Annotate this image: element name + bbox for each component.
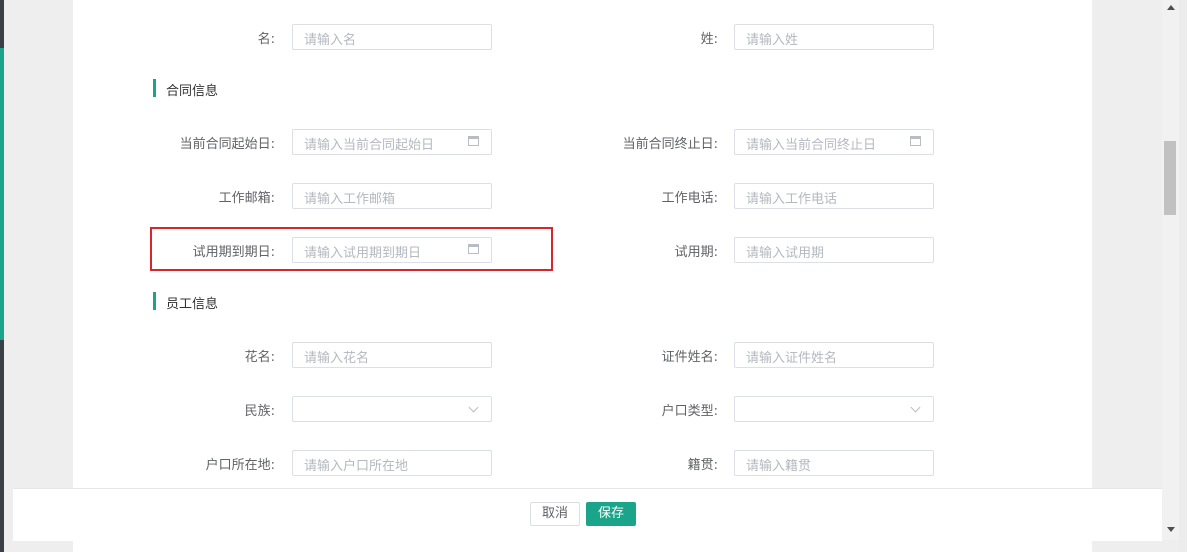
first-name-placeholder: 请输入名	[304, 33, 357, 48]
nickname-input[interactable]: 请输入花名	[292, 342, 492, 368]
hukou-location-placeholder: 请输入户口所在地	[304, 459, 409, 474]
name-row: 名: 请输入名 姓: 请输入姓	[73, 24, 1092, 50]
section-marker	[153, 79, 156, 97]
first-name-label: 名:	[257, 32, 275, 47]
contract-end-label: 当前合同终止日:	[622, 137, 718, 152]
names-row: 花名: 请输入花名 证件姓名: 请输入证件姓名	[73, 342, 1092, 368]
ethnicity-select[interactable]	[292, 396, 492, 422]
scroll-down-arrow-icon[interactable]	[1167, 527, 1175, 532]
selects-row: 民族: 户口类型:	[73, 396, 1092, 422]
hukou-location-input[interactable]: 请输入户口所在地	[292, 450, 492, 476]
native-place-placeholder: 请输入籍贯	[746, 459, 812, 474]
probation-period-input[interactable]: 请输入试用期	[734, 237, 934, 263]
work-contact-row: 工作邮箱: 请输入工作邮箱 工作电话: 请输入工作电话	[73, 183, 1092, 209]
work-phone-placeholder: 请输入工作电话	[746, 192, 838, 207]
cancel-button[interactable]: 取消	[530, 502, 580, 526]
hukou-type-select[interactable]	[734, 396, 934, 422]
id-name-placeholder: 请输入证件姓名	[746, 351, 838, 366]
probation-period-placeholder: 请输入试用期	[746, 246, 825, 261]
section-marker	[153, 292, 156, 310]
work-phone-input[interactable]: 请输入工作电话	[734, 183, 934, 209]
chevron-down-icon	[910, 402, 921, 413]
save-button[interactable]: 保存	[586, 502, 636, 526]
hukou-type-label: 户口类型:	[661, 404, 718, 419]
native-place-label: 籍贯:	[687, 458, 718, 473]
contract-start-label: 当前合同起始日:	[179, 137, 275, 152]
section-title: 员工信息	[166, 297, 219, 312]
native-place-input[interactable]: 请输入籍贯	[734, 450, 934, 476]
work-email-input[interactable]: 请输入工作邮箱	[292, 183, 492, 209]
nickname-placeholder: 请输入花名	[304, 351, 370, 366]
page: 名: 请输入名 姓: 请输入姓 合同信息 当前合同起始日: 请输入当前合同起始日…	[0, 0, 1187, 552]
id-name-label: 证件姓名:	[661, 350, 718, 365]
chevron-down-icon	[468, 402, 479, 413]
last-name-placeholder: 请输入姓	[746, 33, 799, 48]
window-right-edge	[1179, 0, 1187, 552]
first-name-input[interactable]: 请输入名	[292, 24, 492, 50]
background-app-accent	[0, 48, 4, 340]
last-name-input[interactable]: 请输入姓	[734, 24, 934, 50]
nickname-label: 花名:	[244, 350, 275, 365]
work-email-label: 工作邮箱:	[218, 191, 275, 206]
scroll-up-arrow-icon[interactable]	[1167, 5, 1175, 10]
contract-end-placeholder: 请输入当前合同终止日	[746, 138, 877, 153]
vertical-scrollbar[interactable]	[1162, 0, 1179, 540]
form-footer: 取消 保存	[13, 488, 1162, 541]
work-email-placeholder: 请输入工作邮箱	[304, 192, 396, 207]
calendar-icon	[468, 136, 479, 146]
contract-start-placeholder: 请输入当前合同起始日	[304, 138, 435, 153]
work-phone-label: 工作电话:	[661, 191, 718, 206]
ethnicity-label: 民族:	[244, 404, 275, 419]
employee-form-card: 名: 请输入名 姓: 请输入姓 合同信息 当前合同起始日: 请输入当前合同起始日…	[73, 0, 1092, 552]
hukou-location-label: 户口所在地:	[205, 458, 275, 473]
section-title: 合同信息	[166, 84, 219, 99]
contract-dates-row: 当前合同起始日: 请输入当前合同起始日 当前合同终止日: 请输入当前合同终止日	[73, 129, 1092, 155]
contract-end-date-picker[interactable]: 请输入当前合同终止日	[734, 129, 934, 155]
last-name-label: 姓:	[700, 32, 718, 47]
calendar-icon	[910, 136, 921, 146]
id-name-input[interactable]: 请输入证件姓名	[734, 342, 934, 368]
highlight-box	[150, 227, 553, 271]
contract-start-date-picker[interactable]: 请输入当前合同起始日	[292, 129, 492, 155]
origin-row: 户口所在地: 请输入户口所在地 籍贯: 请输入籍贯	[73, 450, 1092, 476]
scrollbar-thumb[interactable]	[1164, 141, 1176, 215]
